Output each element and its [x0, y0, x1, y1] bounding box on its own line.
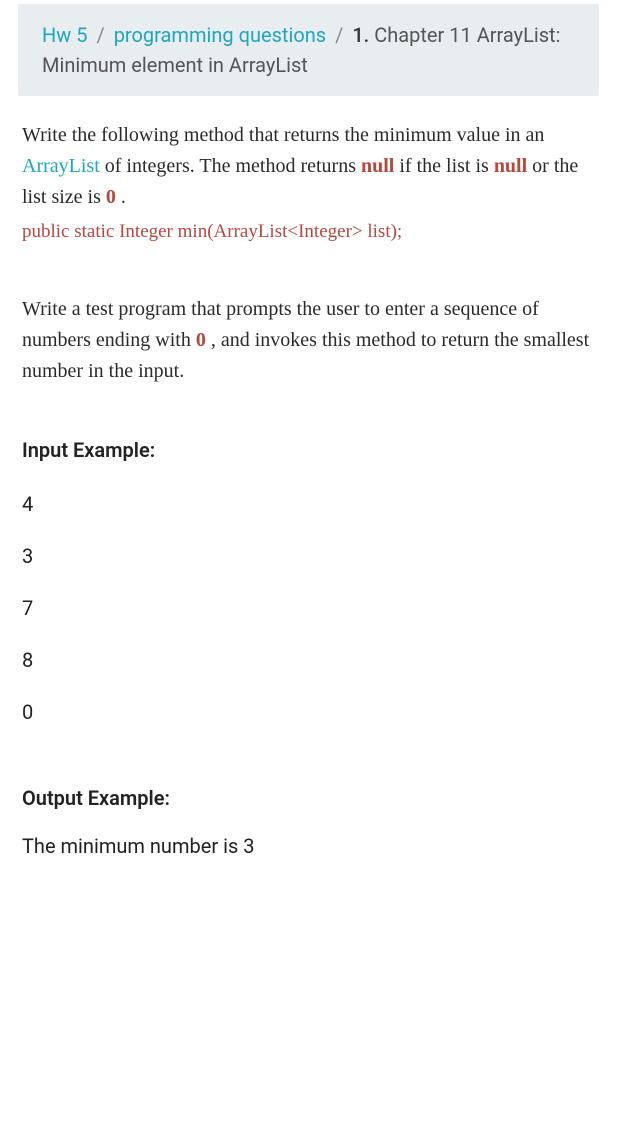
keyword-null: null: [361, 155, 394, 177]
method-signature: public static Integer min(ArrayList<Inte…: [22, 217, 595, 246]
input-line: 4: [22, 489, 595, 519]
output-line: The minimum number is 3: [22, 831, 595, 861]
paragraph-method-description: Write the following method that returns …: [22, 120, 595, 246]
input-line: 0: [22, 697, 595, 727]
text-segment: Write the following method that returns …: [22, 124, 544, 146]
input-line: 7: [22, 593, 595, 623]
keyword-zero: 0: [196, 329, 206, 351]
text-segment: of integers. The method returns: [100, 155, 361, 177]
keyword-arraylist: ArrayList: [22, 155, 100, 177]
text-segment: if the list is: [394, 155, 493, 177]
breadcrumb: Hw 5 / programming questions / 1. Chapte…: [18, 4, 599, 96]
breadcrumb-section-link[interactable]: programming questions: [114, 23, 326, 47]
output-example-header: Output Example:: [22, 783, 595, 813]
examples-section: Input Example: 4 3 7 8 0 Output Example:…: [0, 435, 617, 861]
problem-content: Write the following method that returns …: [0, 120, 617, 387]
input-line: 3: [22, 541, 595, 571]
input-example-header: Input Example:: [22, 435, 595, 465]
breadcrumb-item-number: 1.: [352, 23, 369, 47]
text-segment: .: [116, 186, 126, 208]
breadcrumb-separator: /: [96, 23, 104, 47]
breadcrumb-separator: /: [335, 23, 343, 47]
breadcrumb-hw-link[interactable]: Hw 5: [42, 23, 88, 47]
keyword-zero: 0: [106, 186, 116, 208]
input-line: 8: [22, 645, 595, 675]
keyword-null: null: [494, 155, 527, 177]
paragraph-test-program: Write a test program that prompts the us…: [22, 294, 595, 387]
